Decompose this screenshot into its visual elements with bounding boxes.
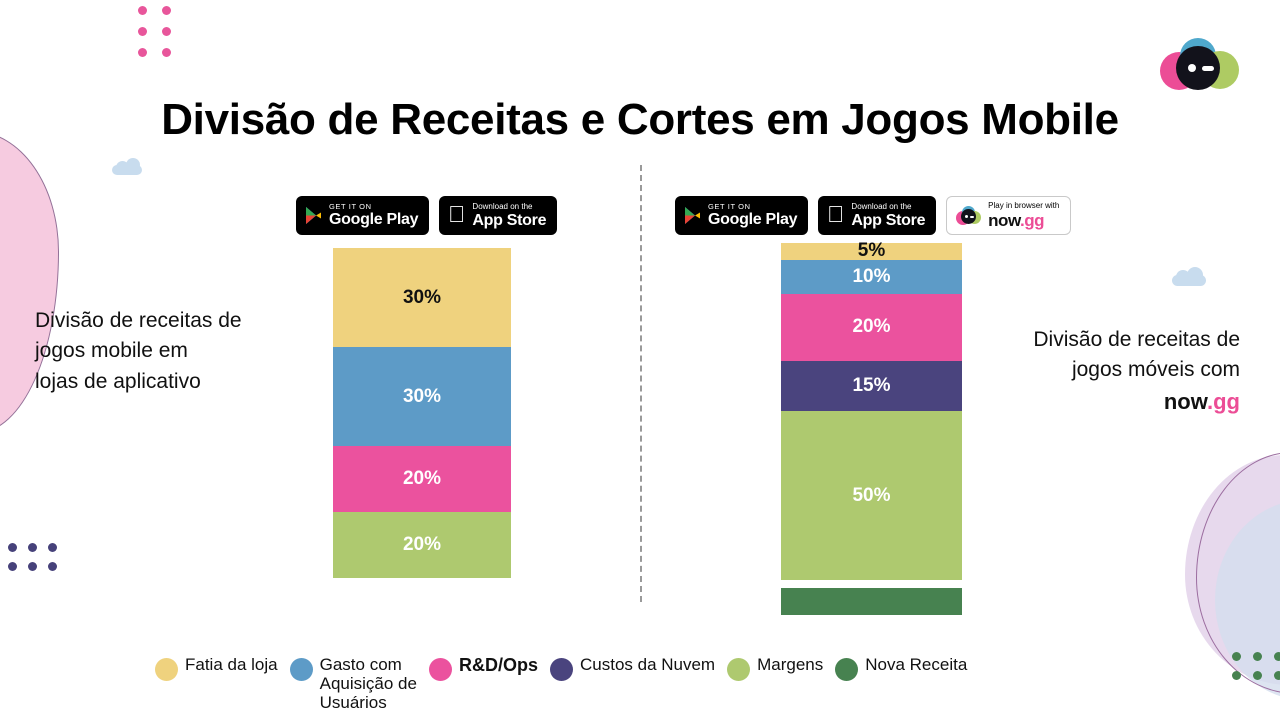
right-caption-line1: Divisão de receitas de [1033,328,1240,351]
badge-small-text: Download on the [834,201,911,211]
slide-canvas: Divisão de Receitas e Cortes em Jogos Mo… [0,0,1280,720]
google-play-icon [684,206,701,225]
now-gg-badge[interactable]: Play in browser with now.gg [946,196,1072,235]
cloud-icon [1172,267,1206,286]
slide-title: Divisão de Receitas e Cortes em Jogos Mo… [161,95,1119,144]
dot-grid-bottom-left [8,543,58,572]
bar-segment-5pct: 5% [781,240,962,261]
left-caption: Divisão de receitas de jogos mobile em l… [35,309,242,393]
bar-segment-label: 15% [852,375,891,397]
legend-color-swatch-icon [155,658,178,681]
nova-receita-bar [781,588,962,615]
badge-small-text: Download on the [455,201,532,211]
right-stacked-bar: 5% 10% 20% 15% 50% [781,240,962,580]
badge-small-text: GET IT ON [329,201,372,211]
legend-item-label: Fatia da loja [185,655,278,674]
dot-grid-bottom-right [1232,652,1280,681]
bar-segment-label: 20% [402,534,442,555]
apple-icon:  [448,202,465,226]
right-store-badges: GET IT ON Google Play  Download on the … [675,196,1072,235]
bar-segment-label: 10% [852,265,891,287]
bar-segment-10pct: 10% [781,259,962,294]
decorative-blob-right-blue [1215,500,1280,700]
now-gg-logo-icon [1160,38,1240,90]
chart-legend: Fatia da loja Gasto com Aquisição de Usuá… [155,655,1135,712]
decorative-blob-right-outline [1196,452,1280,694]
right-caption: Divisão de receitas de jogos móveis com … [950,325,1240,418]
apple-icon:  [827,202,844,226]
app-store-badge[interactable]:  Download on the App Store [439,196,558,235]
legend-item-1[interactable]: Gasto com Aquisição de Usuários [289,655,417,713]
now-gg-icon [956,206,982,225]
legend-color-swatch-icon [727,658,751,681]
dot-grid-top-left [138,6,172,58]
legend-item-5[interactable]: Nova Receita [835,655,967,681]
legend-item-0[interactable]: Fatia da loja [155,655,278,681]
legend-item-4[interactable]: Margens [727,655,823,681]
legend-color-swatch-icon [428,658,452,681]
right-caption-brand: now.gg [950,386,1240,418]
legend-color-swatch-icon [835,658,859,681]
legend-item-label: R&D/Ops [458,655,538,675]
right-caption-line2: jogos móveis com [1071,358,1240,382]
bar-segment-label: 30% [402,286,442,308]
legend-item-2[interactable]: R&D/Ops [428,655,538,681]
google-play-icon [305,206,322,225]
badge-big-text: Google Play [329,211,419,229]
bar-segment-50pct: 50% [781,411,962,580]
bar-segment-20pct: 20% [333,512,511,578]
legend-color-swatch-icon [289,658,313,681]
legend-color-swatch-icon [549,658,573,681]
legend-item-label: Nova Receita [865,655,968,674]
left-stacked-bar: 30% 30% 20% 20% [333,248,511,578]
badge-small-text: GET IT ON [708,201,751,211]
google-play-badge[interactable]: GET IT ON Google Play [675,196,809,235]
app-store-badge[interactable]:  Download on the App Store [818,196,937,235]
bar-segment-20pct: 20% [781,293,962,361]
bar-segment-15pct: 15% [781,360,962,412]
legend-item-label: Margens [757,655,824,674]
brand-now-text: now [1163,388,1207,414]
badge-brand-gg: .gg [1002,210,1045,230]
bar-segment-label: 30% [402,385,442,407]
bar-segment-label: 20% [852,316,891,338]
google-play-badge[interactable]: GET IT ON Google Play [296,196,430,235]
bar-segment-label: 50% [852,484,891,506]
brand-gg-text: .gg [1207,388,1240,414]
badge-big-text: App Store [834,211,925,229]
badge-big-text: App Store [455,211,546,229]
badge-small-text: Play in browser with [970,200,1059,210]
vertical-dashed-divider [640,165,642,602]
bar-segment-20pct: 20% [333,446,511,512]
left-store-badges: GET IT ON Google Play  Download on the … [296,196,558,235]
decorative-blob-right-purple [1185,455,1280,685]
bar-segment-label: 20% [402,468,442,489]
bar-segment-30pct: 30% [333,248,511,347]
cloud-icon [112,158,142,175]
legend-item-label: Gasto com Aquisição de Usuários [319,655,417,713]
legend-item-3[interactable]: Custos da Nuvem [549,655,716,681]
bar-segment-30pct: 30% [333,347,511,446]
badge-brand-now: now [970,210,1020,230]
badge-big-text: Google Play [708,211,798,229]
legend-item-label: Custos da Nuvem [579,655,716,674]
